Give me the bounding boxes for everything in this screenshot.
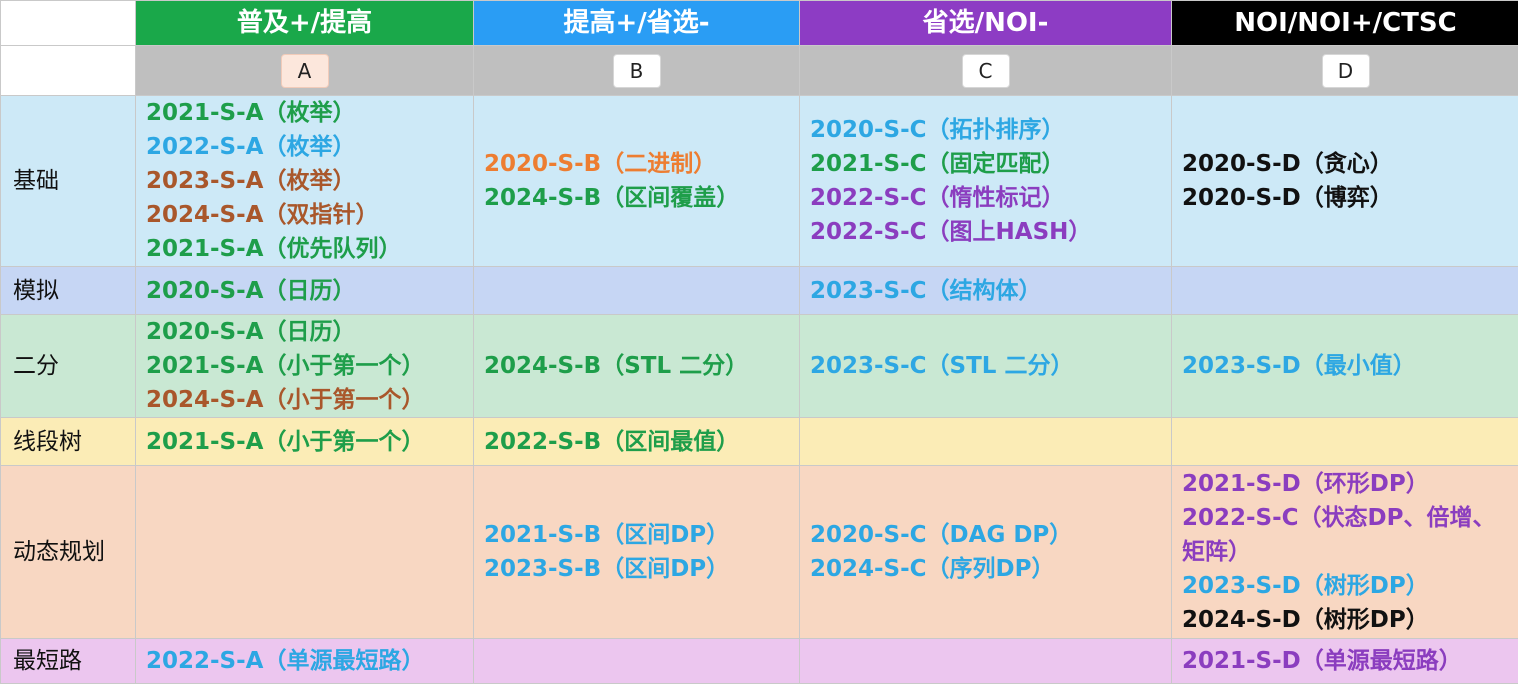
topic-row: 二分 2020-S-A（日历） 2021-S-A（小于第一个） 2024-S-A（小于…	[0, 314, 1518, 418]
problem-cell[interactable]: 2020-S-A（日历）	[135, 266, 474, 315]
letter-header-cell[interactable]: B	[473, 45, 800, 96]
letter-header-cell[interactable]: D	[1171, 45, 1518, 96]
problem-cell[interactable]	[135, 465, 474, 639]
header-corner-cell[interactable]	[0, 0, 136, 46]
problem-cell[interactable]	[473, 638, 800, 684]
problem-cell[interactable]: 2020-S-D（贪心） 2020-S-D（博弈）	[1171, 95, 1518, 267]
problem-cell[interactable]: 2022-S-B（区间最值）	[473, 417, 800, 466]
letter-corner-cell[interactable]	[0, 45, 136, 96]
problem-entry: 2023-S-D（最小值）	[1182, 353, 1416, 379]
problem-entry: 2021-S-C（固定匹配）	[810, 151, 1065, 177]
problem-entry: 2023-S-D（树形DP）	[1182, 573, 1429, 599]
problem-cell[interactable]: 2021-S-A（小于第一个）	[135, 417, 474, 466]
problem-cell[interactable]: 2021-S-A（枚举） 2022-S-A（枚举） 2023-S-A（枚举） 2024…	[135, 95, 474, 267]
problem-entry: 2021-S-A（小于第一个）	[146, 353, 425, 379]
column-letter-badge[interactable]: C	[961, 53, 1010, 88]
topic-label-cell[interactable]: 模拟	[0, 266, 136, 315]
topic-label-cell[interactable]: 最短路	[0, 638, 136, 684]
problem-entry: 2020-S-C（DAG DP）	[810, 522, 1073, 548]
topic-row: 模拟 2020-S-A（日历） 2023-S-C（结构体）	[0, 266, 1518, 315]
problem-entry: 2023-S-B（区间DP）	[484, 556, 730, 582]
problem-entry: 2024-S-A（小于第一个）	[146, 387, 425, 413]
problem-cell[interactable]	[473, 266, 800, 315]
problem-entry: 2024-S-A（双指针）	[146, 202, 379, 228]
topic-label-cell[interactable]: 线段树	[0, 417, 136, 466]
topic-row: 最短路 2022-S-A（单源最短路） 2021-S-D（单源最短路）	[0, 638, 1518, 684]
problem-entry: 2022-S-C（惰性标记）	[810, 185, 1065, 211]
letter-header-cell[interactable]: C	[799, 45, 1172, 96]
problem-cell[interactable]: 2023-S-D（最小值）	[1171, 314, 1518, 418]
problem-entry: 2021-S-A（小于第一个）	[146, 428, 425, 455]
problem-entry: 2020-S-B（二进制）	[484, 151, 717, 177]
topic-row: 线段树 2021-S-A（小于第一个） 2022-S-B（区间最值）	[0, 417, 1518, 466]
column-letter-badge[interactable]: D	[1321, 53, 1370, 88]
problem-cell[interactable]: 2021-S-D（环形DP） 2022-S-C（状态DP、倍增、矩阵） 2023-S…	[1171, 465, 1518, 639]
problem-entry: 2021-S-D（单源最短路）	[1182, 648, 1462, 674]
problem-cell[interactable]	[1171, 266, 1518, 315]
letter-header-cell[interactable]: A	[135, 45, 474, 96]
level-header-row: 普及+/提高 提高+/省选- 省选/NOI- NOI/NOI+/CTSC	[0, 0, 1518, 46]
problem-entry: 2022-S-C（图上HASH）	[810, 219, 1092, 245]
grid-body: 普及+/提高 提高+/省选- 省选/NOI- NOI/NOI+/CTSC A B…	[0, 0, 1518, 684]
topic-label-cell[interactable]: 基础	[0, 95, 136, 267]
problem-entry: 2021-S-D（环形DP）	[1182, 471, 1429, 497]
problem-cell[interactable]: 2020-S-B（二进制） 2024-S-B（区间覆盖）	[473, 95, 800, 267]
topic-label-cell[interactable]: 动态规划	[0, 465, 136, 639]
problem-entry: 2021-S-A（枚举）	[146, 100, 356, 126]
level-header-cell[interactable]: 提高+/省选-	[473, 0, 800, 46]
problem-cell[interactable]: 2023-S-C（结构体）	[799, 266, 1172, 315]
problem-cell[interactable]: 2020-S-C（DAG DP） 2024-S-C（序列DP）	[799, 465, 1172, 639]
level-header-cell[interactable]: NOI/NOI+/CTSC	[1171, 0, 1518, 46]
problem-entry: 2020-S-D（博弈）	[1182, 185, 1393, 211]
problem-entry: 2022-S-A（枚举）	[146, 134, 356, 160]
problem-entry: 2023-S-A（枚举）	[146, 168, 356, 194]
problem-cell[interactable]	[1171, 417, 1518, 466]
problem-cell[interactable]	[799, 417, 1172, 466]
problem-entry: 2021-S-A（优先队列）	[146, 236, 402, 262]
problem-entry: 2020-S-D（贪心）	[1182, 151, 1393, 177]
problem-entry: 2022-S-B（区间最值）	[484, 428, 740, 455]
problem-cell[interactable]: 2021-S-D（单源最短路）	[1171, 638, 1518, 684]
column-letter-badge[interactable]: A	[280, 53, 329, 88]
problem-entry: 2020-S-C（拓扑排序）	[810, 117, 1065, 143]
problem-cell[interactable]: 2020-S-C（拓扑排序） 2021-S-C（固定匹配） 2022-S-C（惰性标…	[799, 95, 1172, 267]
problem-entry: 2024-S-C（序列DP）	[810, 556, 1055, 582]
problem-entry: 2022-S-C（状态DP、倍增、矩阵）	[1182, 505, 1496, 565]
problem-cell[interactable]: 2021-S-B（区间DP） 2023-S-B（区间DP）	[473, 465, 800, 639]
letter-header-row: A B C D	[0, 45, 1518, 96]
problem-entry: 2020-S-A（日历）	[146, 277, 356, 304]
level-header-cell[interactable]: 省选/NOI-	[799, 0, 1172, 46]
topic-row: 基础 2021-S-A（枚举） 2022-S-A（枚举） 2023-S-A（枚举） 20…	[0, 95, 1518, 267]
column-letter-badge[interactable]: B	[612, 53, 661, 88]
topic-label-cell[interactable]: 二分	[0, 314, 136, 418]
problem-cell[interactable]: 2024-S-B（STL 二分）	[473, 314, 800, 418]
problem-entry: 2023-S-C（结构体）	[810, 277, 1042, 304]
problem-entry: 2021-S-B（区间DP）	[484, 522, 730, 548]
problem-entry: 2024-S-D（树形DP）	[1182, 607, 1429, 633]
level-header-cell[interactable]: 普及+/提高	[135, 0, 474, 46]
problem-cell[interactable]: 2023-S-C（STL 二分）	[799, 314, 1172, 418]
problem-entry: 2024-S-B（STL 二分）	[484, 353, 749, 379]
topic-row: 动态规划 2021-S-B（区间DP） 2023-S-B（区间DP） 2020-S-C…	[0, 465, 1518, 639]
problem-cell[interactable]: 2022-S-A（单源最短路）	[135, 638, 474, 684]
problem-entry: 2023-S-C（STL 二分）	[810, 353, 1074, 379]
problem-grid: 普及+/提高 提高+/省选- 省选/NOI- NOI/NOI+/CTSC A B…	[0, 0, 1518, 684]
problem-cell[interactable]: 2020-S-A（日历） 2021-S-A（小于第一个） 2024-S-A（小于第一…	[135, 314, 474, 418]
problem-entry: 2020-S-A（日历）	[146, 319, 356, 345]
problem-entry: 2022-S-A（单源最短路）	[146, 648, 425, 674]
problem-entry: 2024-S-B（区间覆盖）	[484, 185, 740, 211]
problem-cell[interactable]	[799, 638, 1172, 684]
